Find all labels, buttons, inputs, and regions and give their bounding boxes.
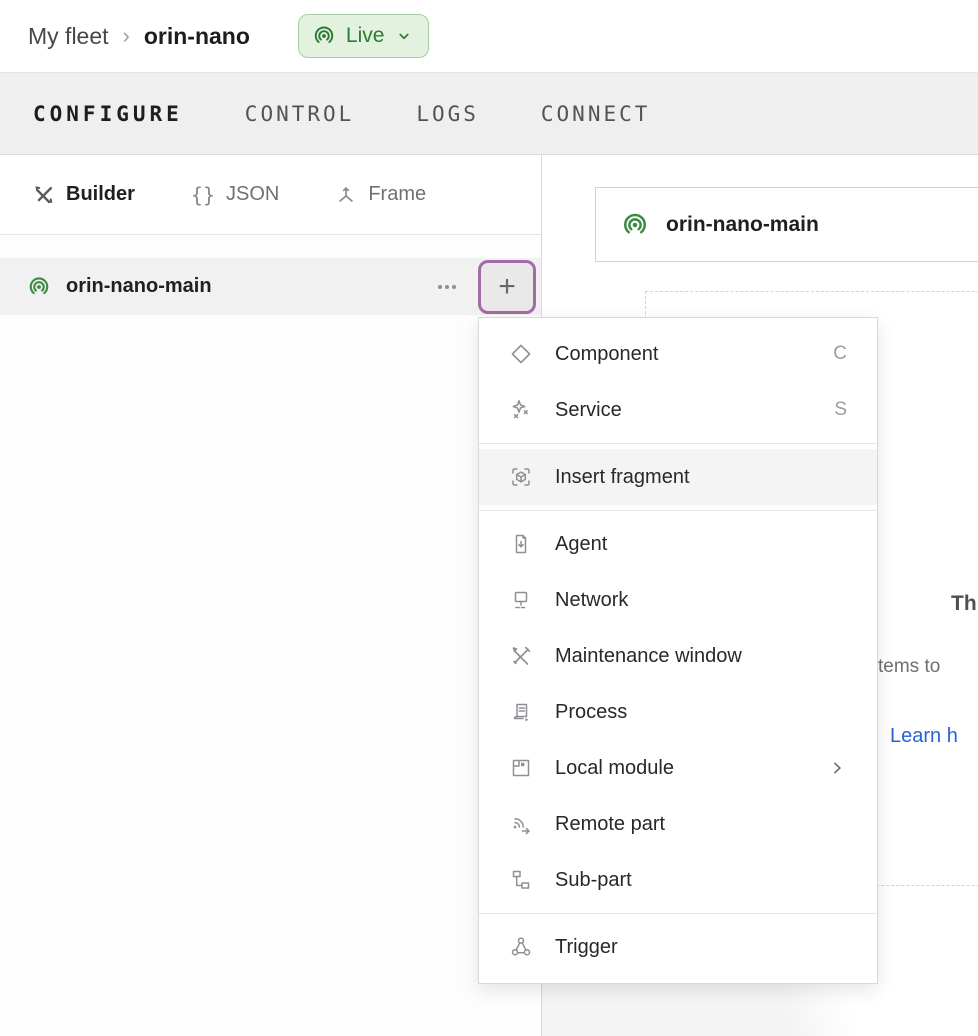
tab-configure[interactable]: CONFIGURE	[33, 102, 183, 126]
configure-view-switcher: Builder {} JSON Frame	[0, 155, 541, 235]
menu-item-label: Agent	[555, 533, 847, 556]
machine-part-icon	[28, 276, 50, 298]
live-broadcast-icon	[313, 25, 335, 47]
menu-item-sub-part[interactable]: Sub-part	[479, 852, 877, 908]
subtab-json-label: JSON	[226, 183, 279, 206]
menu-item-remote-part[interactable]: Remote part	[479, 796, 877, 852]
menu-item-label: Process	[555, 701, 847, 724]
breadcrumb-fleet-link[interactable]: My fleet	[28, 23, 109, 50]
shortcut-key: C	[833, 343, 847, 365]
learn-how-link[interactable]: Learn h	[890, 725, 958, 748]
menu-item-label: Component	[555, 343, 833, 366]
process-icon	[509, 700, 533, 724]
tools-icon	[33, 184, 55, 206]
breadcrumb-separator: ›	[123, 23, 130, 49]
tab-logs[interactable]: LOGS	[416, 102, 479, 126]
shortcut-key: S	[834, 399, 847, 421]
canvas-part-card-label: orin-nano-main	[666, 213, 819, 237]
remote-part-icon	[509, 812, 533, 836]
service-icon	[509, 398, 533, 422]
menu-item-insert-fragment[interactable]: Insert fragment	[479, 449, 877, 505]
menu-item-label: Maintenance window	[555, 645, 847, 668]
menu-item-network[interactable]: Network	[479, 572, 877, 628]
subtab-frame-label: Frame	[368, 183, 426, 206]
network-icon	[509, 588, 533, 612]
maintenance-icon	[509, 644, 533, 668]
part-row-label: orin-nano-main	[66, 275, 429, 298]
plus-icon: +	[498, 272, 516, 302]
canvas-part-card[interactable]: orin-nano-main	[595, 187, 978, 262]
menu-item-label: Network	[555, 589, 847, 612]
menu-item-label: Service	[555, 399, 834, 422]
empty-state-text: tems to	[878, 656, 940, 678]
menu-item-service[interactable]: Service S	[479, 382, 877, 438]
tab-control[interactable]: CONTROL	[245, 102, 355, 126]
subtab-builder-label: Builder	[66, 183, 135, 206]
live-status-badge[interactable]: Live	[298, 14, 430, 58]
menu-divider	[479, 510, 877, 511]
menu-item-label: Local module	[555, 757, 827, 780]
frame-axes-icon	[335, 184, 357, 206]
add-item-menu: Component C Service S	[478, 317, 878, 984]
menu-item-label: Trigger	[555, 936, 847, 959]
trigger-icon	[509, 935, 533, 959]
menu-item-maintenance-window[interactable]: Maintenance window	[479, 628, 877, 684]
configure-sidebar: Builder {} JSON Frame	[0, 155, 542, 1036]
part-options-button[interactable]	[429, 270, 465, 304]
menu-divider	[479, 913, 877, 914]
menu-divider	[479, 443, 877, 444]
component-icon	[509, 342, 533, 366]
subtab-frame[interactable]: Frame	[335, 183, 426, 206]
menu-item-agent[interactable]: Agent	[479, 516, 877, 572]
live-status-label: Live	[346, 24, 385, 48]
local-module-icon	[509, 756, 533, 780]
menu-item-component[interactable]: Component C	[479, 326, 877, 382]
top-bar: My fleet › orin-nano Live	[0, 0, 978, 72]
insert-fragment-icon	[509, 465, 533, 489]
app-window: My fleet › orin-nano Live CONFIGURE CONT…	[0, 0, 978, 1036]
machine-tab-bar: CONFIGURE CONTROL LOGS CONNECT	[0, 72, 978, 155]
agent-icon	[509, 532, 533, 556]
empty-state-heading: Th	[951, 592, 977, 616]
subtab-builder[interactable]: Builder	[33, 183, 135, 206]
menu-item-label: Sub-part	[555, 869, 847, 892]
json-braces-icon: {}	[191, 183, 215, 207]
add-part-item-button[interactable]: +	[478, 260, 536, 314]
ellipsis-icon	[433, 274, 461, 300]
breadcrumb-machine-name: orin-nano	[144, 23, 250, 50]
menu-item-trigger[interactable]: Trigger	[479, 919, 877, 975]
subtab-json[interactable]: {} JSON	[191, 183, 279, 207]
menu-item-label: Remote part	[555, 813, 847, 836]
menu-item-label: Insert fragment	[555, 466, 847, 489]
sub-part-icon	[509, 868, 533, 892]
menu-item-process[interactable]: Process	[479, 684, 877, 740]
part-row-orin-nano-main[interactable]: orin-nano-main +	[0, 258, 541, 315]
chevron-down-icon	[395, 27, 413, 45]
tab-connect[interactable]: CONNECT	[541, 102, 651, 126]
menu-item-local-module[interactable]: Local module	[479, 740, 877, 796]
machine-part-icon	[622, 212, 648, 238]
chevron-right-icon	[827, 758, 847, 778]
